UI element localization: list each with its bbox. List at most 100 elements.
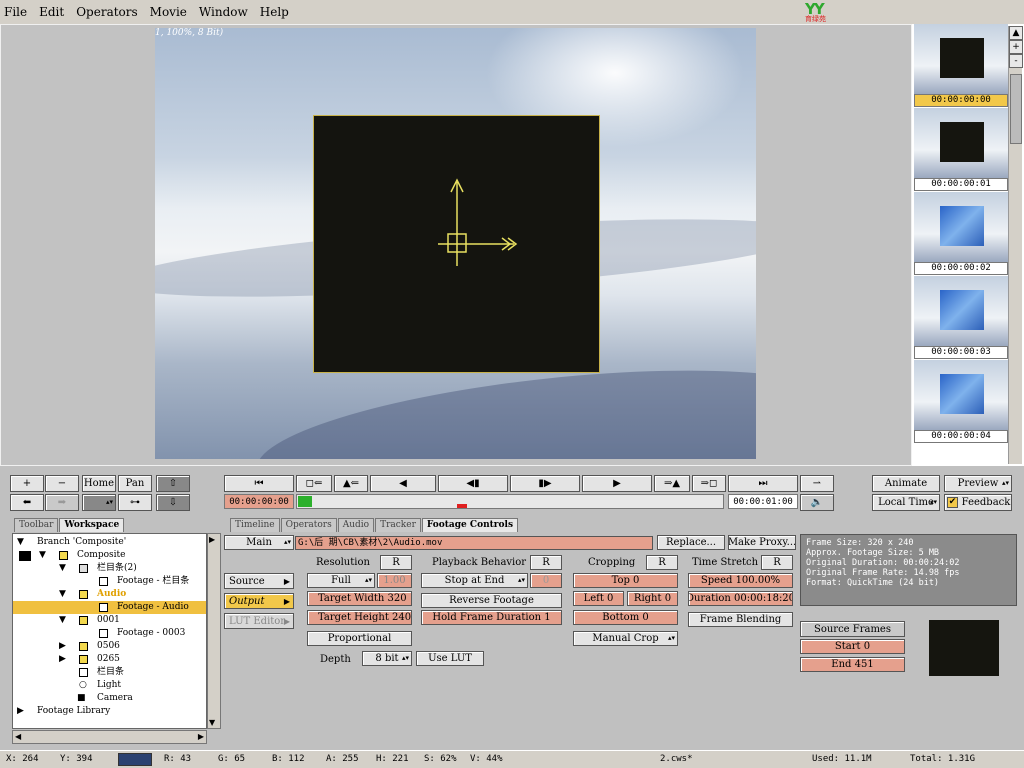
cropping-reset-button[interactable]: R xyxy=(646,555,678,570)
source-button[interactable]: Source xyxy=(224,573,294,589)
tree-row[interactable]: Footage - 0003 xyxy=(13,627,206,640)
move-up-icon[interactable]: ⇧ xyxy=(156,475,190,492)
manual-crop-dropdown[interactable]: Manual Crop xyxy=(573,631,678,646)
end-time[interactable]: 00:00:01:00 xyxy=(728,494,798,509)
play-icon[interactable]: ▶ xyxy=(582,475,652,492)
prev-marker-icon[interactable]: ▲⇐ xyxy=(334,475,368,492)
playback-value-field[interactable]: 0 xyxy=(530,573,562,588)
move-down-icon[interactable]: ⇩ xyxy=(156,494,190,511)
frame-thumb[interactable]: 00:00:00:04 xyxy=(914,360,1008,443)
frame-thumb[interactable]: 00:00:00:00 xyxy=(914,24,1008,107)
step-back-icon[interactable]: ◀▮ xyxy=(438,475,508,492)
end-frame-slider[interactable]: End 451 xyxy=(800,657,905,672)
tab-tracker[interactable]: Tracker xyxy=(375,518,421,532)
tab-toolbar[interactable]: Toolbar xyxy=(14,518,59,532)
feedback-checkbox[interactable]: ✔ Feedback xyxy=(944,494,1012,511)
tab-audio[interactable]: Audio xyxy=(337,518,375,532)
target-height-slider[interactable]: Target Height 240 xyxy=(307,610,412,625)
tree-row[interactable]: ▼ 栏目条(2) xyxy=(13,562,206,575)
tab-workspace[interactable]: Workspace xyxy=(59,518,125,532)
step-forward-icon[interactable]: ▮▶ xyxy=(510,475,580,492)
tree-scrollbar-vertical[interactable]: ▶ ▼ xyxy=(207,533,221,729)
current-time[interactable]: 00:00:00:00 xyxy=(224,494,294,509)
crop-top-slider[interactable]: Top 0 xyxy=(573,573,678,588)
start-frame-slider[interactable]: Start 0 xyxy=(800,639,905,654)
timeline-slider[interactable] xyxy=(296,494,724,509)
make-proxy-button[interactable]: Make Proxy... xyxy=(728,535,796,550)
frame-thumb[interactable]: 00:00:00:02 xyxy=(914,192,1008,275)
prev-key-icon[interactable]: ◻⇐ xyxy=(296,475,332,492)
resolution-reset-button[interactable]: R xyxy=(380,555,412,570)
zoom-in-icon[interactable]: + xyxy=(1009,40,1023,54)
lut-editor-button[interactable]: LUT Editor xyxy=(224,613,294,629)
crop-bottom-slider[interactable]: Bottom 0 xyxy=(573,610,678,625)
tree-row[interactable]: ▶ 0506 xyxy=(13,640,206,653)
crop-left-slider[interactable]: Left 0 xyxy=(573,591,624,606)
speed-slider[interactable]: Speed 100.00% xyxy=(688,573,793,588)
tab-footage-controls[interactable]: Footage Controls xyxy=(421,518,519,532)
main-dropdown[interactable]: Main xyxy=(224,535,294,550)
tree-row[interactable]: ○ Light xyxy=(13,679,206,692)
tree-row[interactable]: Footage - Audio xyxy=(13,601,206,614)
tree-row[interactable]: Footage - 栏目条 xyxy=(13,575,206,588)
play-reverse-icon[interactable]: ◀ xyxy=(370,475,436,492)
footage-path-field[interactable]: G:\后 期\CB\素材\2\Audio.mov xyxy=(295,536,653,550)
forward-arrow-icon[interactable]: ➡ xyxy=(45,494,79,511)
duration-field[interactable]: Duration 00:00:18:20 xyxy=(688,591,793,606)
playback-reset-button[interactable]: R xyxy=(530,555,562,570)
transform-gizmo-icon[interactable] xyxy=(314,116,601,374)
hold-frame-duration-slider[interactable]: Hold Frame Duration 1 xyxy=(421,610,562,625)
footage-layer[interactable] xyxy=(313,115,600,373)
tree-row[interactable]: ▶ 0265 xyxy=(13,653,206,666)
resolution-scale-field[interactable]: 1.00 xyxy=(377,573,412,588)
tree-row[interactable]: ▼ Branch 'Composite' xyxy=(13,536,206,549)
proportional-toggle[interactable]: Proportional xyxy=(307,631,412,646)
menu-edit[interactable]: Edit xyxy=(39,5,64,19)
animate-button[interactable]: Animate xyxy=(872,475,940,492)
tree-scrollbar-horizontal[interactable]: ◀ ▶ xyxy=(12,730,207,744)
replace-button[interactable]: Replace... xyxy=(657,535,725,550)
frame-thumb[interactable]: 00:00:00:01 xyxy=(914,108,1008,191)
zoom-out-icon[interactable]: - xyxy=(1009,54,1023,68)
use-lut-toggle[interactable]: Use LUT xyxy=(416,651,484,666)
tree-row[interactable]: ▶ Footage Library xyxy=(13,705,206,718)
frame-strip-scrollbar[interactable]: ▲ + - xyxy=(1008,26,1023,464)
frame-thumb[interactable]: 00:00:00:03 xyxy=(914,276,1008,359)
reverse-footage-toggle[interactable]: Reverse Footage xyxy=(421,593,562,608)
next-marker-icon[interactable]: ⇒▲ xyxy=(654,475,690,492)
back-arrow-icon[interactable]: ⬅ xyxy=(10,494,44,511)
crop-right-slider[interactable]: Right 0 xyxy=(627,591,678,606)
menu-operators[interactable]: Operators xyxy=(76,5,137,19)
menu-help[interactable]: Help xyxy=(260,5,289,19)
menu-window[interactable]: Window xyxy=(199,5,248,19)
next-key-icon[interactable]: ⇒◻ xyxy=(692,475,726,492)
tree-row[interactable]: 栏目条 xyxy=(13,666,206,679)
home-button[interactable]: Home xyxy=(82,475,116,492)
scroll-up-icon[interactable]: ▲ xyxy=(1009,26,1023,40)
loop-icon[interactable]: ⇀ xyxy=(800,475,834,492)
color-selector[interactable] xyxy=(82,494,116,511)
zoom-out-button[interactable]: − xyxy=(45,475,79,492)
node-link-icon[interactable]: ⊶ xyxy=(118,494,152,511)
tree-row[interactable]: ▼ 0001 xyxy=(13,614,206,627)
audio-speaker-icon[interactable]: 🔈 xyxy=(800,494,834,511)
pan-button[interactable]: Pan xyxy=(118,475,152,492)
resolution-dropdown[interactable]: Full xyxy=(307,573,375,588)
menu-file[interactable]: File xyxy=(4,5,27,19)
output-button[interactable]: Output xyxy=(224,593,294,609)
target-width-slider[interactable]: Target Width 320 xyxy=(307,591,412,606)
tab-timeline[interactable]: Timeline xyxy=(230,518,280,532)
menu-movie[interactable]: Movie xyxy=(150,5,187,19)
depth-dropdown[interactable]: 8 bit xyxy=(362,651,412,666)
go-end-icon[interactable]: ⏭ xyxy=(728,475,798,492)
tree-row[interactable]: ▼ Audio xyxy=(13,588,206,601)
tab-operators[interactable]: Operators xyxy=(280,518,337,532)
tree-row[interactable]: ▼ Composite xyxy=(13,549,206,562)
preview-dropdown[interactable]: Preview xyxy=(944,475,1012,492)
local-time-dropdown[interactable]: Local Time xyxy=(872,494,940,511)
go-start-icon[interactable]: ⏮ xyxy=(224,475,294,492)
zoom-in-button[interactable]: + xyxy=(10,475,44,492)
time-stretch-reset-button[interactable]: R xyxy=(761,555,793,570)
scroll-thumb[interactable] xyxy=(1010,74,1022,144)
frame-blending-toggle[interactable]: Frame Blending xyxy=(688,612,793,627)
